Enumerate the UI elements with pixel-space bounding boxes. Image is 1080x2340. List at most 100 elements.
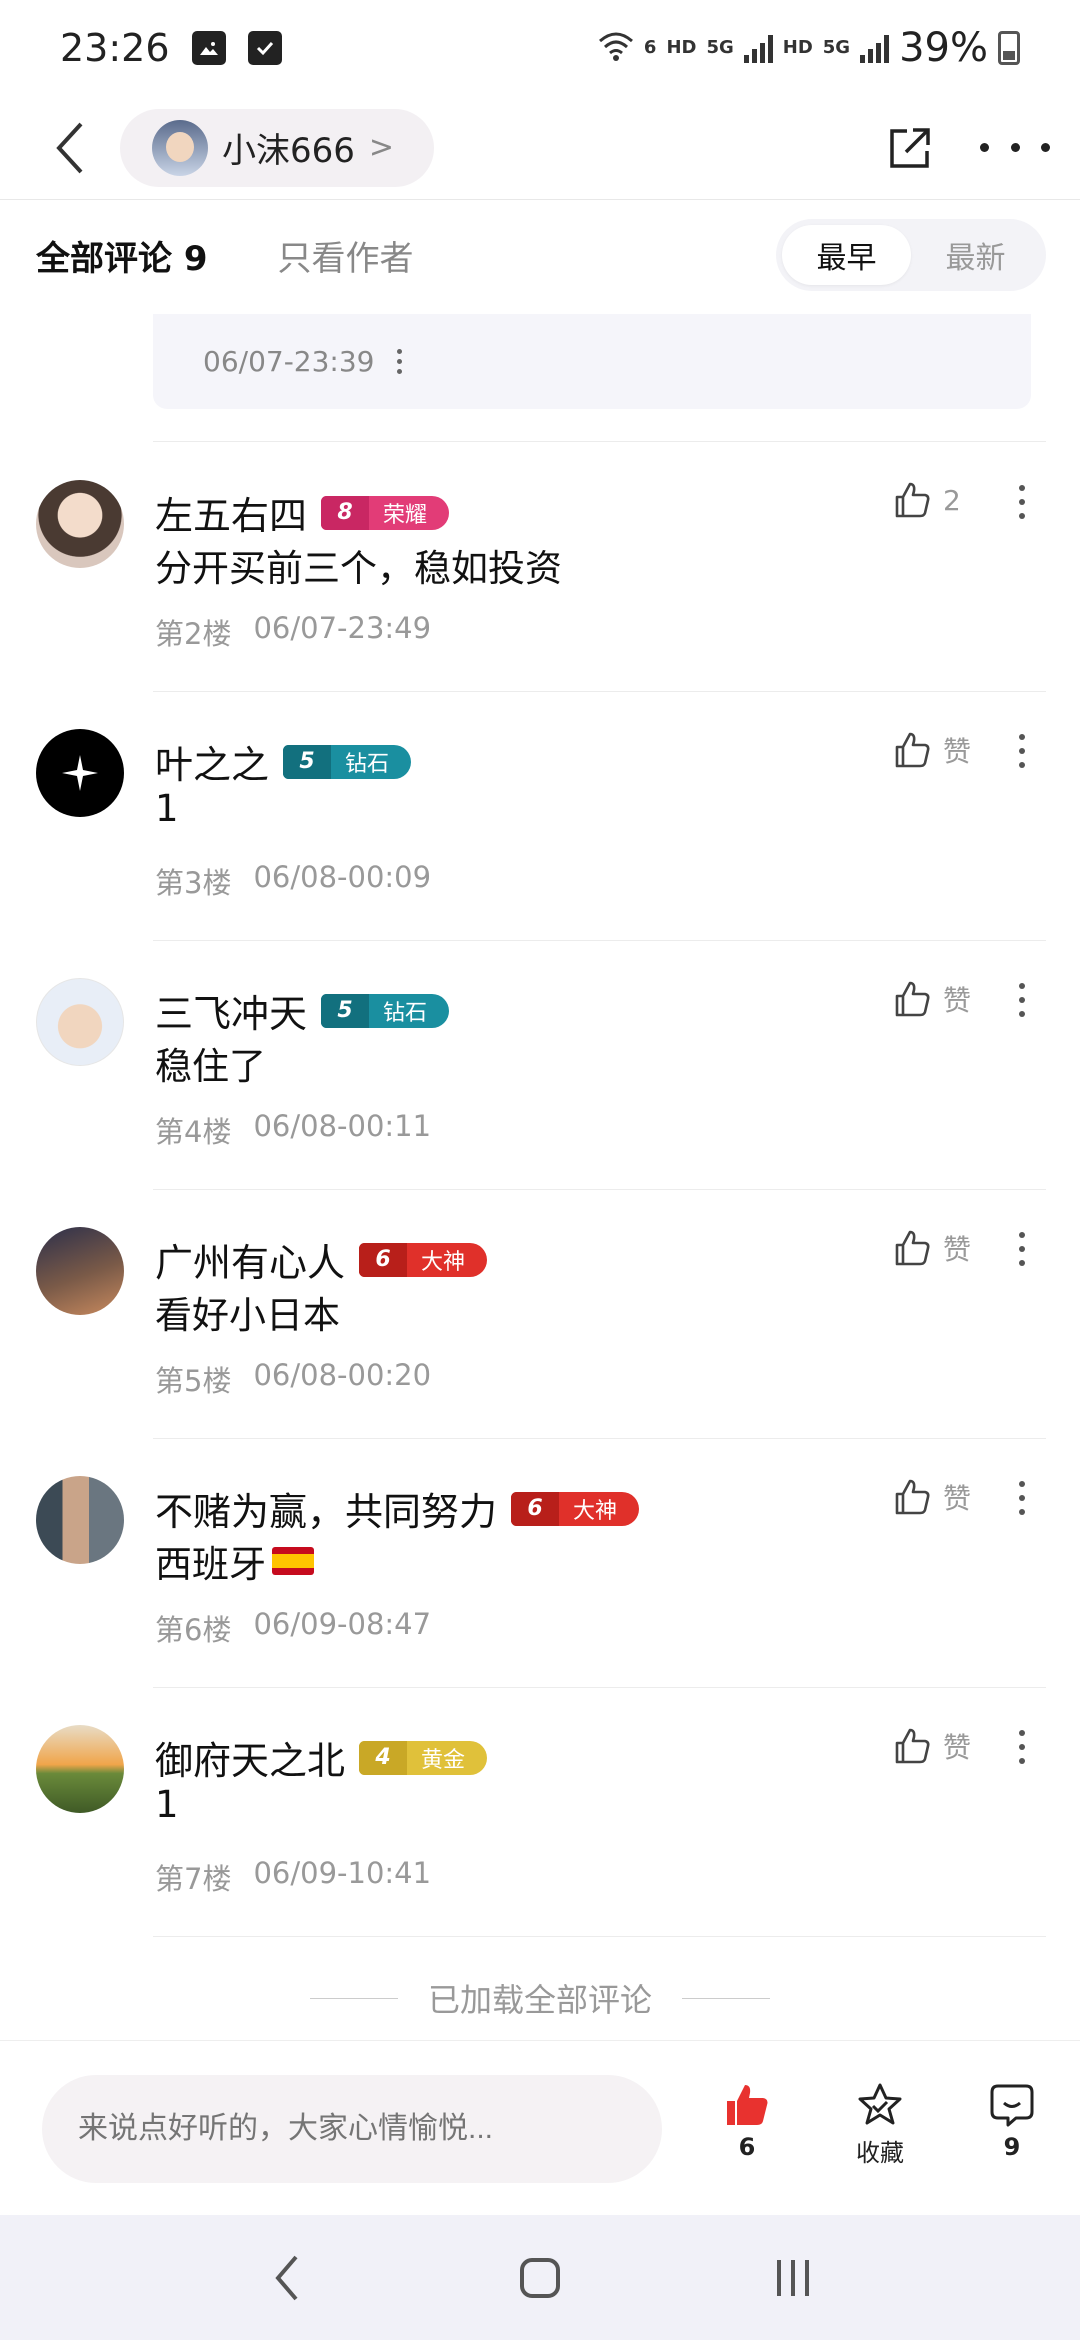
commenter-avatar[interactable]: [36, 729, 124, 817]
back-button[interactable]: [40, 118, 100, 178]
commenter-avatar[interactable]: [36, 978, 124, 1066]
post-like-count: 6: [738, 2133, 756, 2161]
rank-label: 黄金: [421, 1747, 466, 1773]
status-time: 23:26: [60, 26, 170, 70]
commenter-name[interactable]: 广州有心人: [155, 1232, 345, 1287]
status-right: 6 HD 5G HD 5G 39%: [598, 25, 1020, 71]
commenter-avatar[interactable]: [36, 480, 124, 568]
commenter-name[interactable]: 不赌为赢，共同努力: [155, 1481, 497, 1536]
status-bar: 23:26 6 HD 5G HD 5G 39%: [0, 0, 1080, 96]
system-nav-bar: [0, 2215, 1080, 2340]
commenter-name-row: 广州有心人 6 大神: [155, 1232, 488, 1287]
nav-back-icon: [275, 2255, 298, 2300]
commenter-name-row: 不赌为赢，共同努力 6 大神: [155, 1481, 640, 1536]
dot-icon: [1041, 143, 1050, 152]
commenter-name[interactable]: 叶之之: [155, 734, 269, 789]
comment-text: 1: [155, 1783, 179, 1826]
floor-number: 第5楼: [155, 1364, 232, 1398]
tab-all-comments[interactable]: 全部评论 9: [36, 231, 208, 280]
rank-label: 钻石: [345, 751, 390, 777]
wifi-badge: 6: [643, 37, 657, 58]
comment-text: 分开买前三个，稳如投资: [155, 547, 562, 590]
comment-time: 06/07-23:49: [253, 611, 432, 645]
comment-more-button[interactable]: [1015, 1232, 1029, 1266]
thumbs-up-icon: [895, 1230, 930, 1266]
like-label: 赞: [943, 1731, 972, 1764]
level-number: 5: [283, 744, 332, 779]
share-icon: [890, 127, 930, 168]
comment-text-row: 西班牙: [155, 1534, 314, 1588]
commenter-avatar[interactable]: [36, 1725, 124, 1813]
commenter-name[interactable]: 左五右四: [155, 485, 307, 540]
comment-more-button[interactable]: [1015, 983, 1029, 1017]
sparkle-icon: [62, 755, 98, 791]
more-options-button[interactable]: [980, 118, 1050, 178]
nav-home-button[interactable]: [500, 2238, 580, 2318]
commenter-name[interactable]: 三飞冲天: [155, 983, 307, 1038]
dot-icon: [1010, 143, 1020, 152]
thumbs-up-filled-icon: [727, 2085, 768, 2125]
all-loaded-note: 已加载全部评论: [0, 1975, 1080, 2021]
commenter-avatar[interactable]: [36, 1476, 124, 1564]
comment-time: 06/09-08:47: [253, 1607, 432, 1641]
comment-text: 1: [155, 787, 179, 830]
like-button[interactable]: 赞: [893, 1477, 971, 1517]
floor-number: 第6楼: [155, 1613, 232, 1647]
comment-meta: 第3楼 06/08-00:09: [155, 860, 431, 902]
like-label: 赞: [943, 984, 972, 1017]
nav-back-button[interactable]: [247, 2238, 327, 2318]
divider-line: [682, 1997, 770, 1999]
comment-more-button[interactable]: [1015, 1730, 1029, 1764]
author-name: 小沫666: [222, 131, 355, 171]
tab-author-only[interactable]: 只看作者: [278, 231, 414, 280]
rank-badge: 5 钻石: [321, 993, 450, 1028]
nav-recents-button[interactable]: [753, 2238, 833, 2318]
chevron-right-icon: >: [368, 130, 395, 165]
comment-text: 稳住了: [155, 1045, 266, 1088]
nav-recents-icon: [777, 2259, 810, 2296]
sort-earliest-button[interactable]: 最早: [782, 225, 911, 285]
rank-label: 大神: [573, 1498, 618, 1524]
author-pill[interactable]: 小沫666 >: [120, 108, 435, 187]
comment-meta: 第5楼 06/08-00:20: [155, 1358, 431, 1400]
favorite-label: 收藏: [856, 2139, 904, 2167]
share-button[interactable]: [880, 118, 940, 178]
commenter-avatar[interactable]: [36, 1227, 124, 1315]
like-label: 赞: [943, 1482, 972, 1515]
like-count: 2: [943, 483, 961, 517]
sort-latest-button[interactable]: 最新: [911, 225, 1040, 285]
comment-more-button[interactable]: [1015, 485, 1029, 519]
like-post-button[interactable]: 6: [702, 2081, 792, 2161]
rank-label: 大神: [421, 1249, 466, 1275]
like-button[interactable]: 赞: [893, 730, 971, 770]
comment-more-button[interactable]: [1015, 734, 1029, 768]
like-button[interactable]: 赞: [893, 979, 971, 1019]
like-button[interactable]: 2: [893, 481, 961, 519]
star-icon: [858, 2083, 902, 2125]
like-label: 赞: [943, 1233, 972, 1266]
floor-number: 第3楼: [155, 866, 232, 900]
like-button[interactable]: 赞: [893, 1228, 971, 1268]
signal-icon-1: [743, 33, 773, 63]
level-number: 4: [359, 1740, 408, 1775]
favorite-button[interactable]: 收藏: [835, 2081, 925, 2168]
dot-icon: [980, 143, 989, 152]
thumbs-up-icon: [895, 732, 930, 768]
reply-more-button[interactable]: [396, 349, 402, 374]
rank-badge: 5 钻石: [283, 744, 412, 779]
comments-button[interactable]: 9: [967, 2081, 1057, 2161]
comment-item: 叶之之 5 钻石 1 第3楼 06/08-00:09 赞: [0, 692, 1080, 941]
divider: [153, 441, 1046, 442]
comment-filter-bar: 全部评论 9 只看作者 最早 最新: [0, 210, 1080, 300]
comment-item: 左五右四 8 荣耀 分开买前三个，稳如投资 第2楼 06/07-23:49 2: [0, 443, 1080, 692]
commenter-name[interactable]: 御府天之北: [155, 1730, 345, 1785]
comment-time: 06/09-10:41: [253, 1856, 432, 1890]
author-avatar: [152, 119, 208, 176]
comment-more-button[interactable]: [1015, 1481, 1029, 1515]
comment-item: 不赌为赢，共同努力 6 大神 西班牙 第6楼 06/09-08:47 赞: [0, 1439, 1080, 1688]
comment-input[interactable]: [42, 2075, 662, 2183]
divider-line: [309, 1997, 398, 1999]
rank-badge: 6 大神: [511, 1491, 640, 1526]
like-button[interactable]: 赞: [893, 1726, 971, 1766]
comment-time: 06/08-00:11: [253, 1109, 432, 1143]
